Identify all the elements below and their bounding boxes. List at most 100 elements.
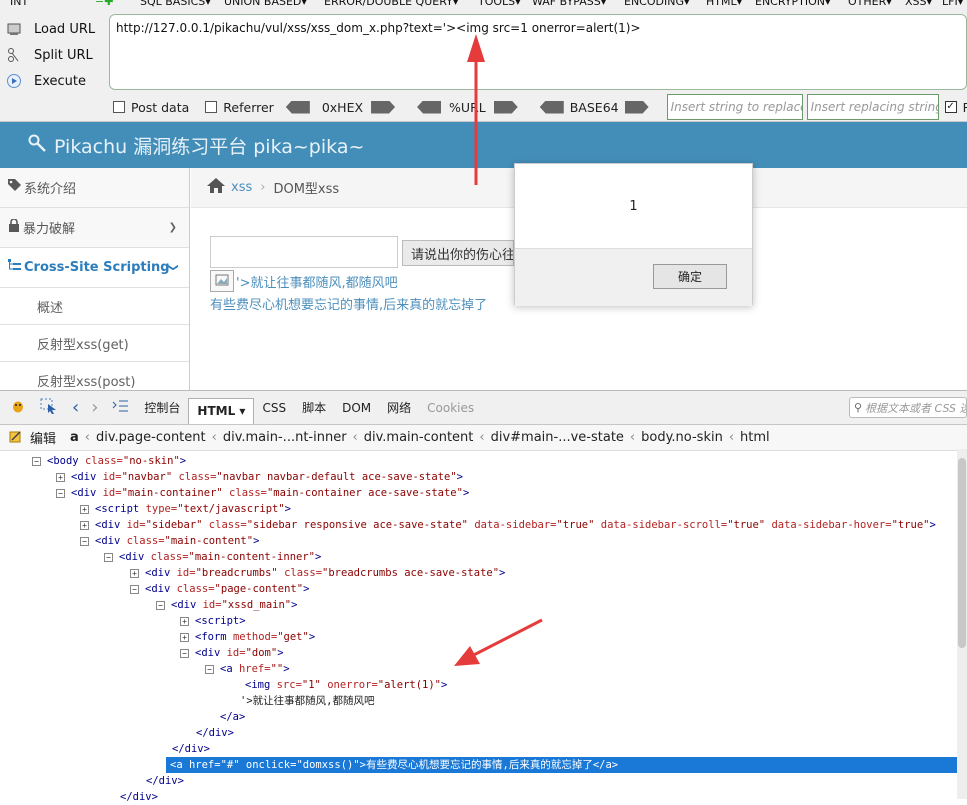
tree-node[interactable]: − <div id="dom">: [180, 645, 284, 661]
expand-icon[interactable]: +: [180, 632, 189, 642]
collapse-icon[interactable]: −: [104, 552, 113, 562]
tree-node[interactable]: </div>: [196, 725, 234, 741]
collapse-icon[interactable]: −: [205, 664, 214, 674]
tree-node[interactable]: + <script type="text/javascript">: [80, 501, 291, 517]
tree-node[interactable]: + <div id="sidebar" class="sidebar respon…: [80, 517, 936, 533]
menu-waf-bypass[interactable]: WAF BYPASS▾: [532, 0, 606, 8]
collapse-icon[interactable]: −: [80, 536, 89, 546]
tree-node[interactable]: </div>: [120, 789, 158, 805]
execute-label: Execute: [34, 73, 86, 89]
menu-lfi[interactable]: LFI▾: [942, 0, 963, 8]
collapse-icon[interactable]: −: [180, 648, 189, 658]
crumb-main-container[interactable]: div#main-...ve-state: [491, 430, 624, 445]
sidebar-item-overview[interactable]: 概述: [0, 288, 189, 325]
menu-error-double-query[interactable]: ERROR/DOUBLE QUERY▾: [324, 0, 458, 8]
tree-node[interactable]: + <script>: [180, 613, 246, 629]
tab-html[interactable]: HTML ▾: [188, 397, 255, 424]
tree-node[interactable]: + <form method="get">: [180, 629, 315, 645]
collapse-icon[interactable]: −: [32, 456, 41, 466]
collapse-icon[interactable]: −: [130, 584, 139, 594]
tree-node[interactable]: − <body class="no-skin">: [32, 453, 186, 469]
crumb-a[interactable]: a: [70, 430, 79, 445]
sidebar-item-brute-force[interactable]: 暴力破解 ❯: [0, 208, 189, 248]
domxss-link[interactable]: 有些费尽心机想要忘记的事情,后来真的就忘掉了: [210, 294, 487, 313]
breadcrumb-link-xss[interactable]: xss: [231, 180, 252, 195]
collapse-icon[interactable]: −: [156, 600, 165, 610]
tab-css[interactable]: CSS: [254, 396, 294, 420]
tree-node[interactable]: − <div id="xssd_main">: [156, 597, 297, 613]
home-icon[interactable]: [207, 178, 225, 197]
tree-node[interactable]: − <div class="page-content">: [130, 581, 309, 597]
tree-node[interactable]: − <div id="main-container" class="main-co…: [56, 485, 469, 501]
submit-button[interactable]: 请说出你的伤心往: [402, 240, 514, 266]
firebug-icon[interactable]: [10, 398, 26, 417]
expand-icon[interactable]: +: [80, 520, 89, 530]
tree-node[interactable]: − <div class="main-content">: [80, 533, 259, 549]
back-icon[interactable]: ‹: [72, 397, 79, 418]
menu-other[interactable]: OTHER▾: [848, 0, 892, 8]
insert-string-input[interactable]: Insert string to replace: [666, 94, 803, 120]
expand-icon[interactable]: +: [180, 616, 189, 626]
referrer-checkbox[interactable]: [205, 101, 218, 113]
sidebar-item-intro[interactable]: 系统介绍: [0, 168, 189, 208]
split-url-button[interactable]: Split URL: [6, 42, 106, 68]
list-icon[interactable]: [112, 399, 129, 416]
tree-node[interactable]: '>就让往事都随风,都随风吧: [240, 693, 374, 709]
load-url-button[interactable]: Load URL: [6, 16, 106, 42]
replacing-string-input[interactable]: Insert replacing string: [806, 94, 939, 120]
post-data-checkbox[interactable]: [113, 101, 125, 113]
collapse-icon[interactable]: −: [56, 488, 65, 498]
tab-network[interactable]: 网络: [379, 396, 419, 420]
text-input[interactable]: [210, 236, 398, 268]
tree-node[interactable]: <img src="1" onerror="alert(1)">: [245, 677, 447, 693]
url-encode-arrow-icon[interactable]: [493, 100, 518, 114]
crumb-main-content[interactable]: div.main-content: [364, 430, 474, 445]
tree-node[interactable]: − <a href="">: [205, 661, 290, 677]
menu-tools[interactable]: TOOLS▾: [478, 0, 521, 8]
tree-node[interactable]: <a href="#" onclick="domxss()">有些费尽心机想要忘…: [166, 757, 959, 773]
sidebar-item-reflected-get[interactable]: 反射型xss(get): [0, 325, 189, 362]
ok-button[interactable]: 确定: [653, 264, 727, 289]
menu-encoding[interactable]: ENCODING▾: [624, 0, 690, 8]
tree-node[interactable]: + <div id="breadcrumbs" class="breadcrumb…: [130, 565, 505, 581]
crumb-body[interactable]: body.no-skin: [641, 430, 723, 445]
tab-cookies[interactable]: Cookies: [419, 396, 482, 420]
base64-decode-arrow-icon[interactable]: [539, 100, 564, 114]
execute-button[interactable]: Execute: [6, 68, 106, 94]
replace-all-checkbox[interactable]: ✓: [944, 101, 957, 113]
edit-button[interactable]: 编辑: [30, 428, 56, 447]
hex-decode-arrow-icon[interactable]: [285, 100, 310, 114]
sidebar-item-xss[interactable]: Cross-Site Scripting ❯: [0, 248, 189, 288]
menu-union-based[interactable]: UNION BASED▾: [224, 0, 307, 8]
menu-encryption[interactable]: ENCRYPTION▾: [755, 0, 831, 8]
crumb-page-content[interactable]: div.page-content: [96, 430, 206, 445]
tree-node[interactable]: </div>: [172, 741, 210, 757]
url-textarea[interactable]: http://127.0.0.1/pikachu/vul/xss/xss_dom…: [109, 14, 967, 90]
menu-xss[interactable]: XSS▾: [905, 0, 932, 8]
tab-script[interactable]: 脚本: [294, 396, 334, 420]
devtools-search-input[interactable]: ⚲ 根据文本或者 CSS 选: [849, 397, 967, 418]
expand-icon[interactable]: +: [130, 568, 139, 578]
forward-icon[interactable]: ›: [91, 397, 98, 418]
tab-dom[interactable]: DOM: [334, 396, 379, 420]
dom-output-text[interactable]: '>就让往事都随风,都随风吧: [236, 272, 398, 291]
edit-icon[interactable]: [8, 429, 22, 447]
devtools-scroll-thumb[interactable]: [958, 458, 966, 648]
url-decode-arrow-icon[interactable]: [417, 100, 442, 114]
tree-node[interactable]: </a>: [220, 709, 245, 725]
tree-node[interactable]: − <div class="main-content-inner">: [104, 549, 321, 565]
expand-icon[interactable]: +: [80, 504, 89, 514]
inspect-icon[interactable]: [40, 398, 58, 417]
tree-node[interactable]: </div>: [146, 773, 184, 789]
crumb-main-content-inner[interactable]: div.main-...nt-inner: [223, 430, 347, 445]
tree-node[interactable]: + <div id="navbar" class="navbar navbar-d…: [56, 469, 463, 485]
menu-add-icon[interactable]: −✚: [95, 0, 113, 8]
expand-icon[interactable]: +: [56, 472, 65, 482]
hex-encode-arrow-icon[interactable]: [371, 100, 396, 114]
base64-encode-arrow-icon[interactable]: [624, 100, 649, 114]
tab-console[interactable]: 控制台: [136, 396, 188, 420]
menu-int[interactable]: INT: [10, 0, 28, 8]
crumb-html[interactable]: html: [740, 430, 770, 445]
menu-sql-basics[interactable]: SQL BASICS▾: [140, 0, 211, 8]
menu-html[interactable]: HTML▾: [706, 0, 742, 8]
